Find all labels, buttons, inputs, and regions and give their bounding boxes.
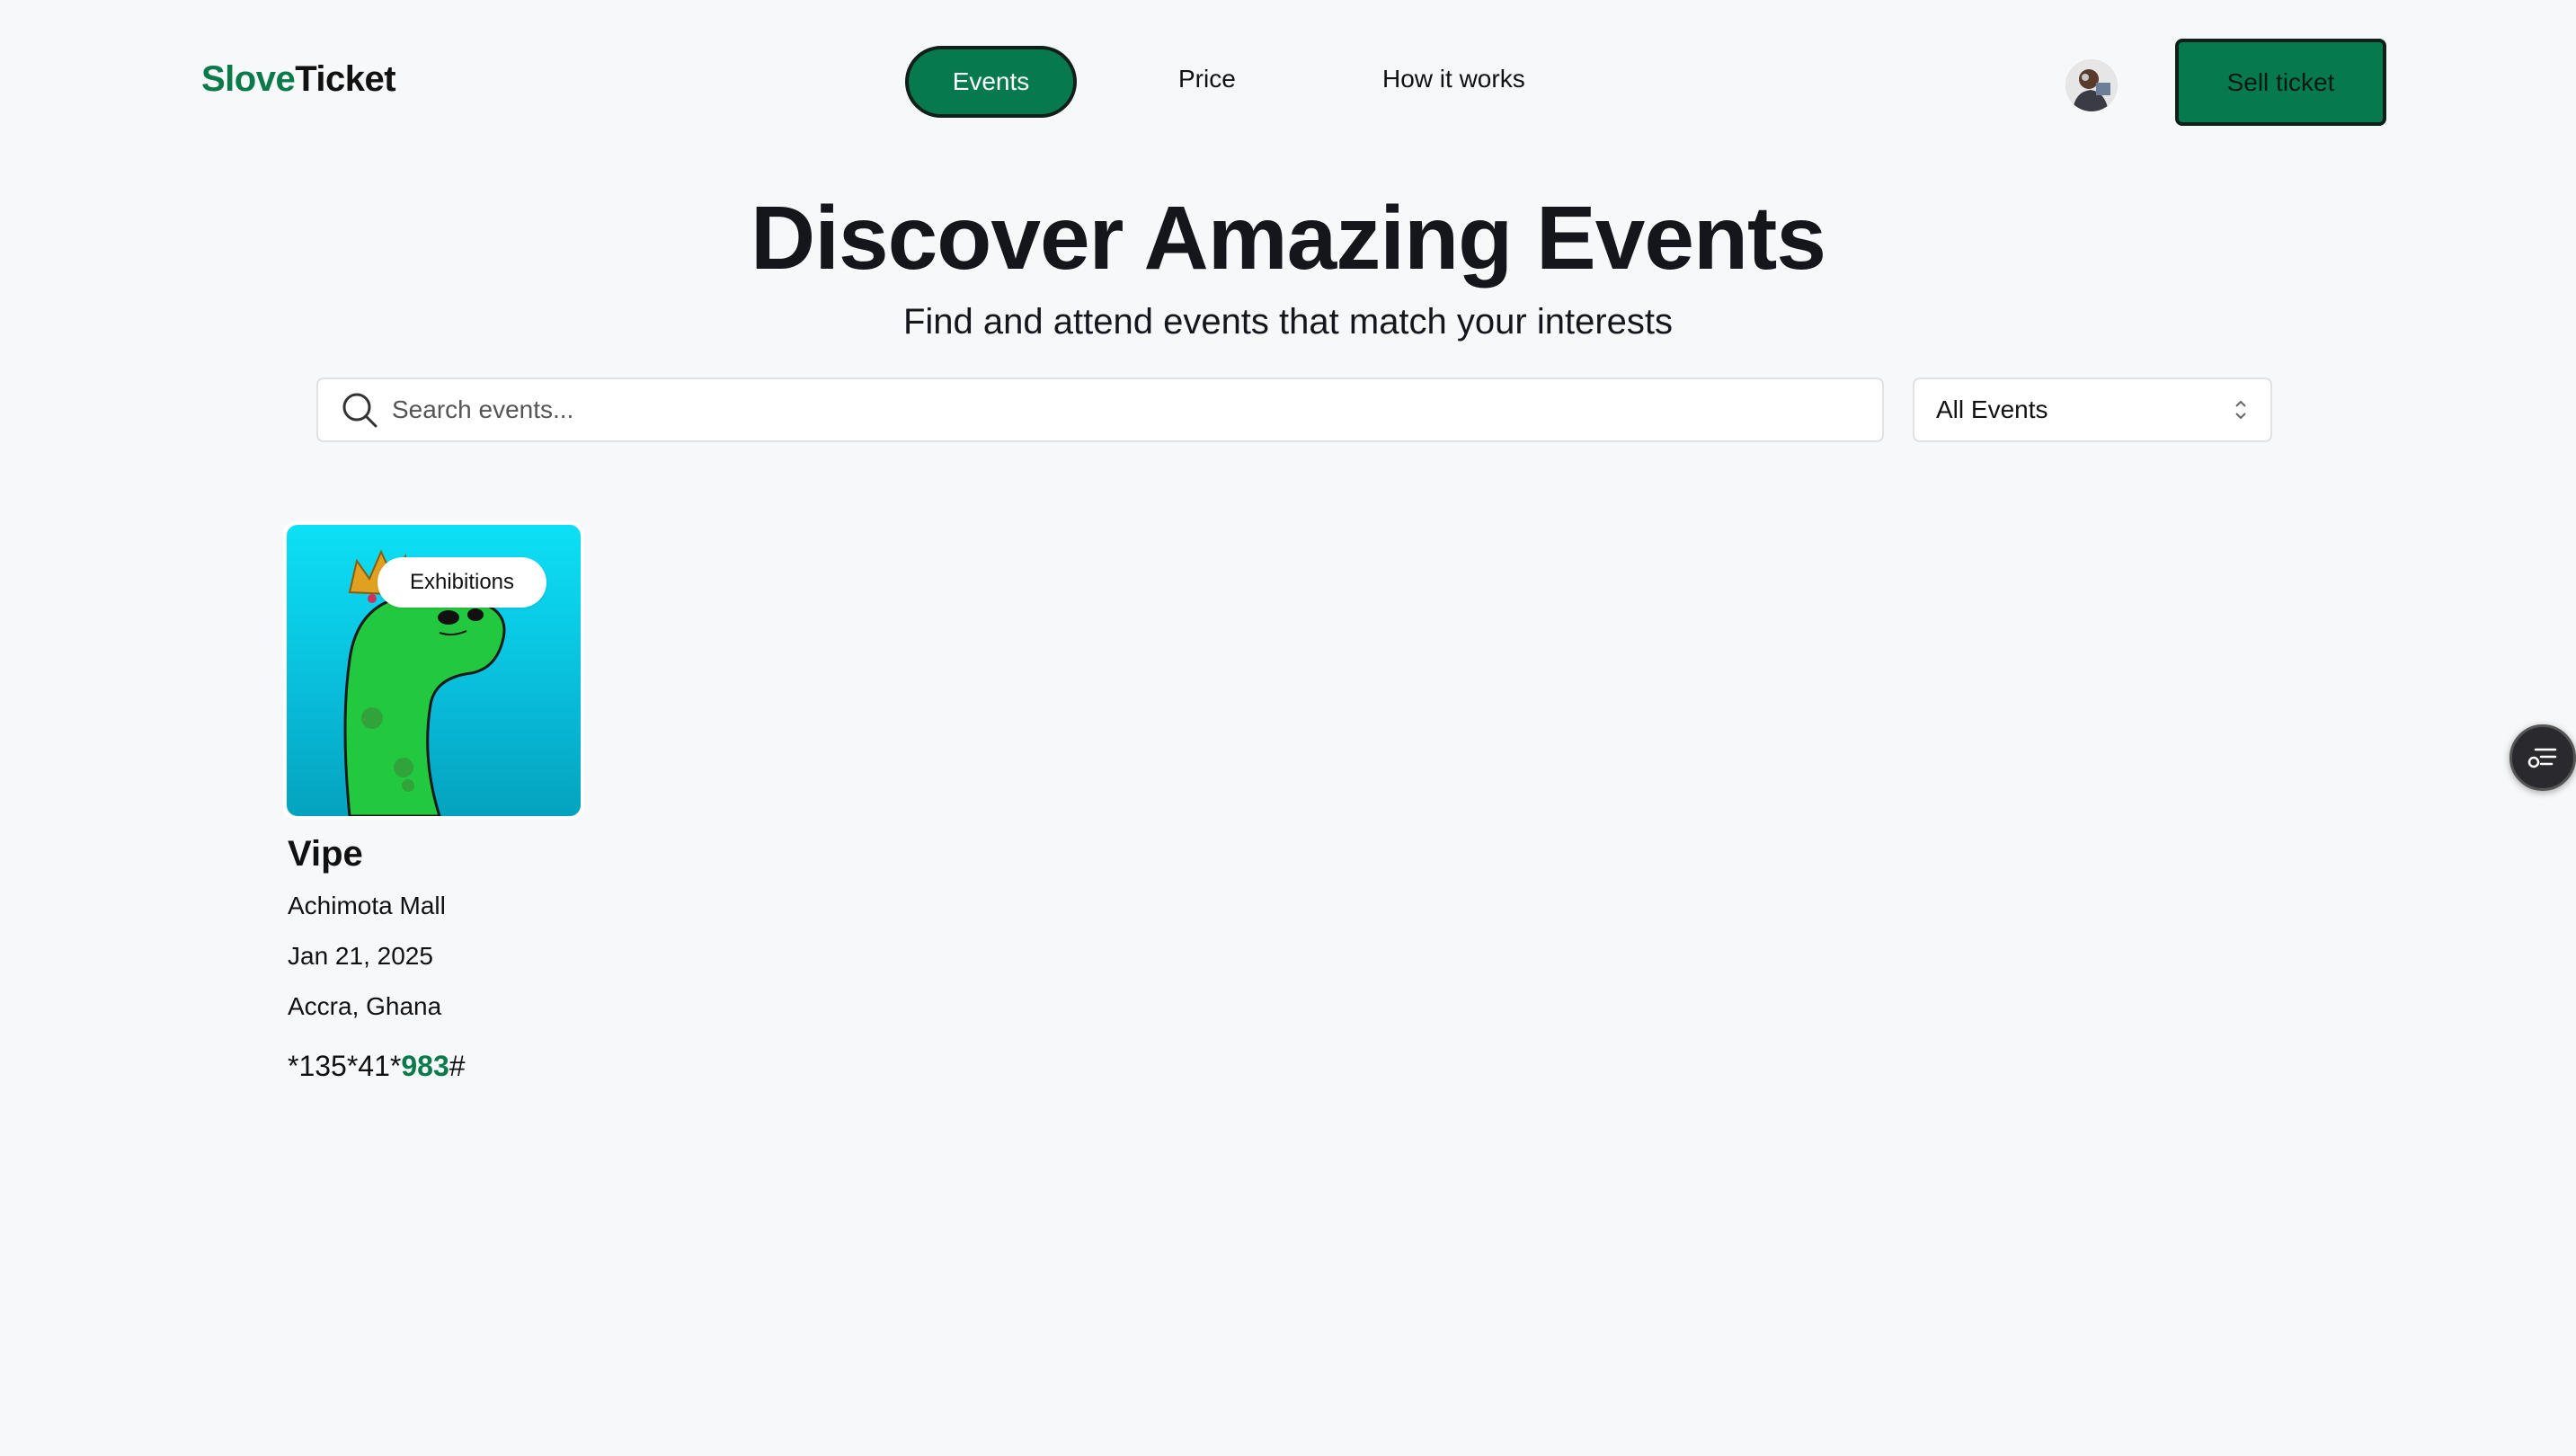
floating-menu-button[interactable] <box>2509 724 2576 791</box>
category-select[interactable]: All Events <box>1913 377 2272 442</box>
nav-events[interactable]: Events <box>905 46 1077 118</box>
ussd-code-suffix: # <box>449 1050 466 1082</box>
avatar[interactable] <box>2065 59 2118 111</box>
ussd-code-prefix: *135*41* <box>288 1050 402 1082</box>
search-bar[interactable] <box>316 377 1884 442</box>
logo[interactable]: SloveTicket <box>201 59 396 100</box>
search-icon <box>342 393 378 428</box>
event-venue: Achimota Mall <box>288 892 446 919</box>
event-ussd-code: *135*41*983# <box>288 1050 466 1083</box>
category-select-value: All Events <box>1936 395 2048 423</box>
page-title: Discover Amazing Events <box>751 188 1826 289</box>
list-filter-icon <box>2527 748 2557 768</box>
nav-how-it-works[interactable]: How it works <box>1382 65 1525 93</box>
logo-part-1: Slove <box>201 59 296 99</box>
event-location: Accra, Ghana <box>288 992 442 1020</box>
event-title[interactable]: Vipe <box>288 834 363 874</box>
chevron-updown-icon <box>2235 400 2246 420</box>
event-category-badge: Exhibitions <box>378 557 546 608</box>
search-input[interactable] <box>392 395 1830 424</box>
page-subtitle: Find and attend events that match your i… <box>902 302 1674 342</box>
sell-ticket-button[interactable]: Sell ticket <box>2175 39 2386 126</box>
event-date: Jan 21, 2025 <box>288 942 433 970</box>
nav-price[interactable]: Price <box>1178 65 1236 93</box>
ussd-code-highlight: 983 <box>401 1050 449 1082</box>
logo-part-2: Ticket <box>295 59 396 99</box>
